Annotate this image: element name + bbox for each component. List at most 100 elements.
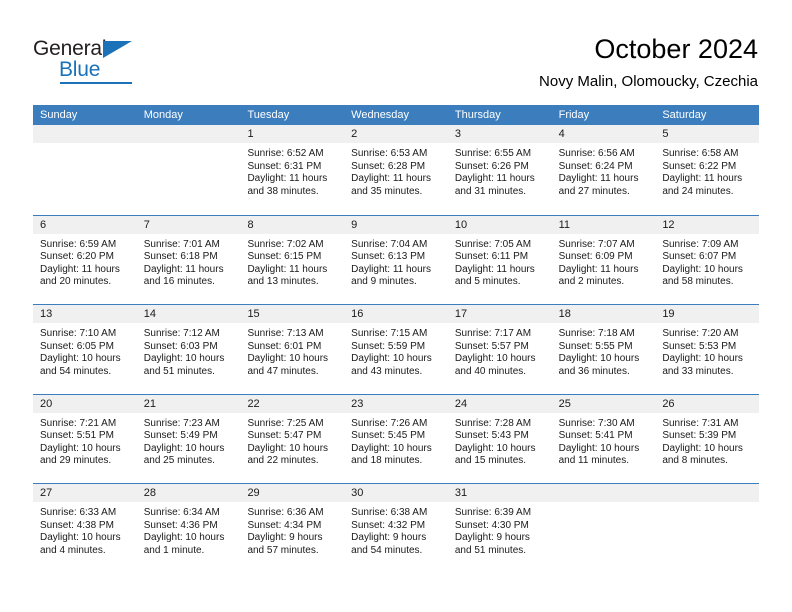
calendar-day-cell[interactable]: 20 Sunrise: 7:21 AM Sunset: 5:51 PM Dayligh… (33, 394, 137, 483)
sunrise-time: Sunrise: 6:55 AM (454, 148, 532, 159)
daylight-duration-line1: Daylight: 10 hours (351, 442, 432, 454)
sunrise-time: Sunrise: 7:04 AM (351, 238, 428, 250)
day-number-band: 8 (240, 215, 345, 234)
calendar-day-cell[interactable]: 5 Sunrise: 6:58 AM Sunset: 6:22 PM Daylight… (655, 125, 760, 215)
day-number-band: 16 (344, 305, 448, 323)
daylight-duration-line1: Daylight: 10 hours (143, 532, 225, 544)
sunrise-time: Sunrise: 6:56 AM (558, 148, 635, 159)
sunrise-time: Sunrise: 6:52 AM (247, 148, 324, 159)
day-details (552, 502, 656, 507)
sunset-time: Sunset: 6:03 PM (143, 340, 218, 352)
day-details: Sunrise: 7:15 AM Sunset: 5:59 PM Daylight:… (344, 323, 448, 378)
calendar-day-cell[interactable]: 25 Sunrise: 7:30 AM Sunset: 5:41 PM Dayligh… (551, 394, 656, 483)
day-number-band (33, 125, 137, 143)
calendar-day-cell[interactable]: 10 Sunrise: 7:05 AM Sunset: 6:11 PM Dayligh… (447, 215, 552, 304)
calendar-day-cell[interactable]: 17 Sunrise: 7:17 AM Sunset: 5:57 PM Dayligh… (447, 305, 552, 394)
day-number: 27 (40, 487, 53, 499)
calendar-day-cell[interactable]: 2 Sunrise: 6:53 AM Sunset: 6:28 PM Daylight… (344, 125, 448, 215)
daylight-duration-line1: Daylight: 10 hours (247, 353, 329, 365)
logo-underline (60, 82, 132, 84)
calendar-day-cell-empty (33, 125, 137, 215)
day-details: Sunrise: 7:25 AM Sunset: 5:47 PM Daylight:… (240, 413, 344, 468)
calendar-day-cell[interactable]: 3 Sunrise: 6:55 AM Sunset: 6:26 PM Daylight… (447, 125, 552, 215)
daylight-duration-line1: Daylight: 10 hours (247, 442, 329, 454)
day-number-band: 3 (447, 125, 552, 143)
sunrise-time: Sunrise: 6:38 AM (351, 507, 428, 518)
calendar-day-cell[interactable]: 1 Sunrise: 6:52 AM Sunset: 6:31 PM Daylight… (240, 125, 345, 215)
calendar-day-cell[interactable]: 11 Sunrise: 7:07 AM Sunset: 6:09 PM Dayligh… (551, 215, 656, 304)
day-number: 19 (662, 308, 675, 320)
sunset-time: Sunset: 6:20 PM (40, 251, 114, 263)
calendar-day-cell[interactable]: 19 Sunrise: 7:20 AM Sunset: 5:53 PM Dayligh… (655, 305, 760, 394)
calendar-day-cell[interactable]: 23 Sunrise: 7:26 AM Sunset: 5:45 PM Dayligh… (344, 394, 448, 483)
day-details: Sunrise: 6:56 AM Sunset: 6:24 PM Daylight:… (552, 143, 656, 198)
sunset-time: Sunset: 5:59 PM (351, 340, 426, 352)
day-details (33, 143, 137, 148)
calendar-day-cell[interactable]: 26 Sunrise: 7:31 AM Sunset: 5:39 PM Dayligh… (655, 394, 760, 483)
day-number: 21 (143, 397, 156, 410)
daylight-duration-line2: and 54 minutes. (40, 365, 112, 377)
calendar-day-cell[interactable]: 9 Sunrise: 7:04 AM Sunset: 6:13 PM Daylight… (344, 215, 448, 304)
calendar-day-cell[interactable]: 4 Sunrise: 6:56 AM Sunset: 6:24 PM Daylight… (551, 125, 656, 215)
calendar-day-cell-empty (655, 484, 760, 573)
calendar-day-cell[interactable]: 12 Sunrise: 7:09 AM Sunset: 6:07 PM Dayligh… (655, 215, 760, 304)
sunrise-time: Sunrise: 6:59 AM (40, 238, 117, 250)
sunset-time: Sunset: 4:32 PM (351, 519, 426, 531)
calendar-day-cell[interactable]: 6 Sunrise: 6:59 AM Sunset: 6:20 PM Daylight… (33, 215, 137, 304)
sunset-time: Sunset: 5:55 PM (558, 340, 633, 352)
day-number-band: 26 (655, 394, 760, 413)
sunrise-time: Sunrise: 7:05 AM (454, 238, 532, 250)
sunset-time: Sunset: 5:45 PM (351, 430, 426, 442)
daylight-duration-line2: and 16 minutes. (143, 276, 215, 288)
calendar-week-row: 6 Sunrise: 6:59 AM Sunset: 6:20 PM Daylight… (33, 214, 760, 304)
day-number-band: 17 (447, 305, 552, 323)
weekday-header-thursday: Thursday (454, 109, 501, 121)
sunrise-time: Sunrise: 7:28 AM (454, 417, 532, 429)
daylight-duration-line2: and 58 minutes. (662, 276, 734, 288)
daylight-duration-line1: Daylight: 10 hours (351, 353, 432, 365)
daylight-duration-line1: Daylight: 9 hours (247, 532, 323, 544)
sunrise-time: Sunrise: 7:17 AM (454, 328, 532, 339)
day-number: 5 (662, 128, 669, 140)
calendar-day-cell[interactable]: 31 Sunrise: 6:39 AM Sunset: 4:30 PM Dayligh… (447, 484, 552, 573)
daylight-duration-line2: and 51 minutes. (143, 365, 215, 377)
day-details: Sunrise: 7:28 AM Sunset: 5:43 PM Daylight:… (448, 413, 552, 468)
calendar-weeks: 1 Sunrise: 6:52 AM Sunset: 6:31 PM Daylight… (33, 125, 760, 573)
calendar-day-cell[interactable]: 8 Sunrise: 7:02 AM Sunset: 6:15 PM Daylight… (240, 215, 345, 304)
daylight-duration-line2: and 57 minutes. (247, 544, 319, 556)
calendar-page: General Blue October 2024 Novy Malin, Ol… (0, 0, 792, 612)
sunset-time: Sunset: 5:57 PM (454, 340, 529, 352)
general-blue-logo: General Blue (33, 37, 163, 84)
sunrise-time: Sunrise: 6:34 AM (143, 507, 220, 518)
daylight-duration-line1: Daylight: 11 hours (247, 263, 328, 275)
day-number: 10 (454, 218, 468, 231)
day-number-band: 7 (136, 215, 241, 234)
daylight-duration-line1: Daylight: 9 hours (454, 532, 530, 544)
day-number: 12 (662, 218, 675, 231)
calendar-day-cell[interactable]: 18 Sunrise: 7:18 AM Sunset: 5:55 PM Dayligh… (551, 305, 656, 394)
calendar-day-cell[interactable]: 29 Sunrise: 6:36 AM Sunset: 4:34 PM Dayligh… (240, 484, 345, 573)
calendar-day-cell[interactable]: 16 Sunrise: 7:15 AM Sunset: 5:59 PM Dayligh… (344, 305, 448, 394)
day-number: 31 (454, 487, 468, 499)
calendar-day-cell[interactable]: 7 Sunrise: 7:01 AM Sunset: 6:18 PM Daylight… (136, 215, 241, 304)
calendar-day-cell[interactable]: 24 Sunrise: 7:28 AM Sunset: 5:43 PM Dayligh… (447, 394, 552, 483)
day-details: Sunrise: 6:59 AM Sunset: 6:20 PM Daylight:… (33, 234, 137, 289)
sunrise-time: Sunrise: 6:53 AM (351, 148, 428, 159)
sunrise-time: Sunrise: 7:07 AM (558, 238, 635, 250)
calendar-day-cell[interactable]: 14 Sunrise: 7:12 AM Sunset: 6:03 PM Dayligh… (136, 305, 241, 394)
calendar-day-cell[interactable]: 22 Sunrise: 7:25 AM Sunset: 5:47 PM Dayligh… (240, 394, 345, 483)
day-number-band: 9 (344, 215, 448, 234)
calendar-day-cell[interactable]: 30 Sunrise: 6:38 AM Sunset: 4:32 PM Dayligh… (344, 484, 448, 573)
calendar-day-cell[interactable]: 27 Sunrise: 6:33 AM Sunset: 4:38 PM Dayligh… (33, 484, 137, 573)
day-number-band: 1 (240, 125, 345, 143)
sunset-time: Sunset: 6:01 PM (247, 340, 322, 352)
daylight-duration-line1: Daylight: 10 hours (40, 532, 121, 544)
day-number: 6 (40, 218, 47, 231)
calendar-day-cell[interactable]: 15 Sunrise: 7:13 AM Sunset: 6:01 PM Dayligh… (240, 305, 345, 394)
daylight-duration-line2: and 29 minutes. (40, 455, 112, 467)
calendar-day-cell[interactable]: 28 Sunrise: 6:34 AM Sunset: 4:36 PM Dayligh… (136, 484, 241, 573)
logo-triangle-icon (103, 41, 132, 58)
calendar-day-cell[interactable]: 21 Sunrise: 7:23 AM Sunset: 5:49 PM Dayligh… (136, 394, 241, 483)
calendar-day-cell[interactable]: 13 Sunrise: 7:10 AM Sunset: 6:05 PM Dayligh… (33, 305, 137, 394)
title-block: October 2024 Novy Malin, Olomoucky, Czec… (539, 33, 758, 92)
